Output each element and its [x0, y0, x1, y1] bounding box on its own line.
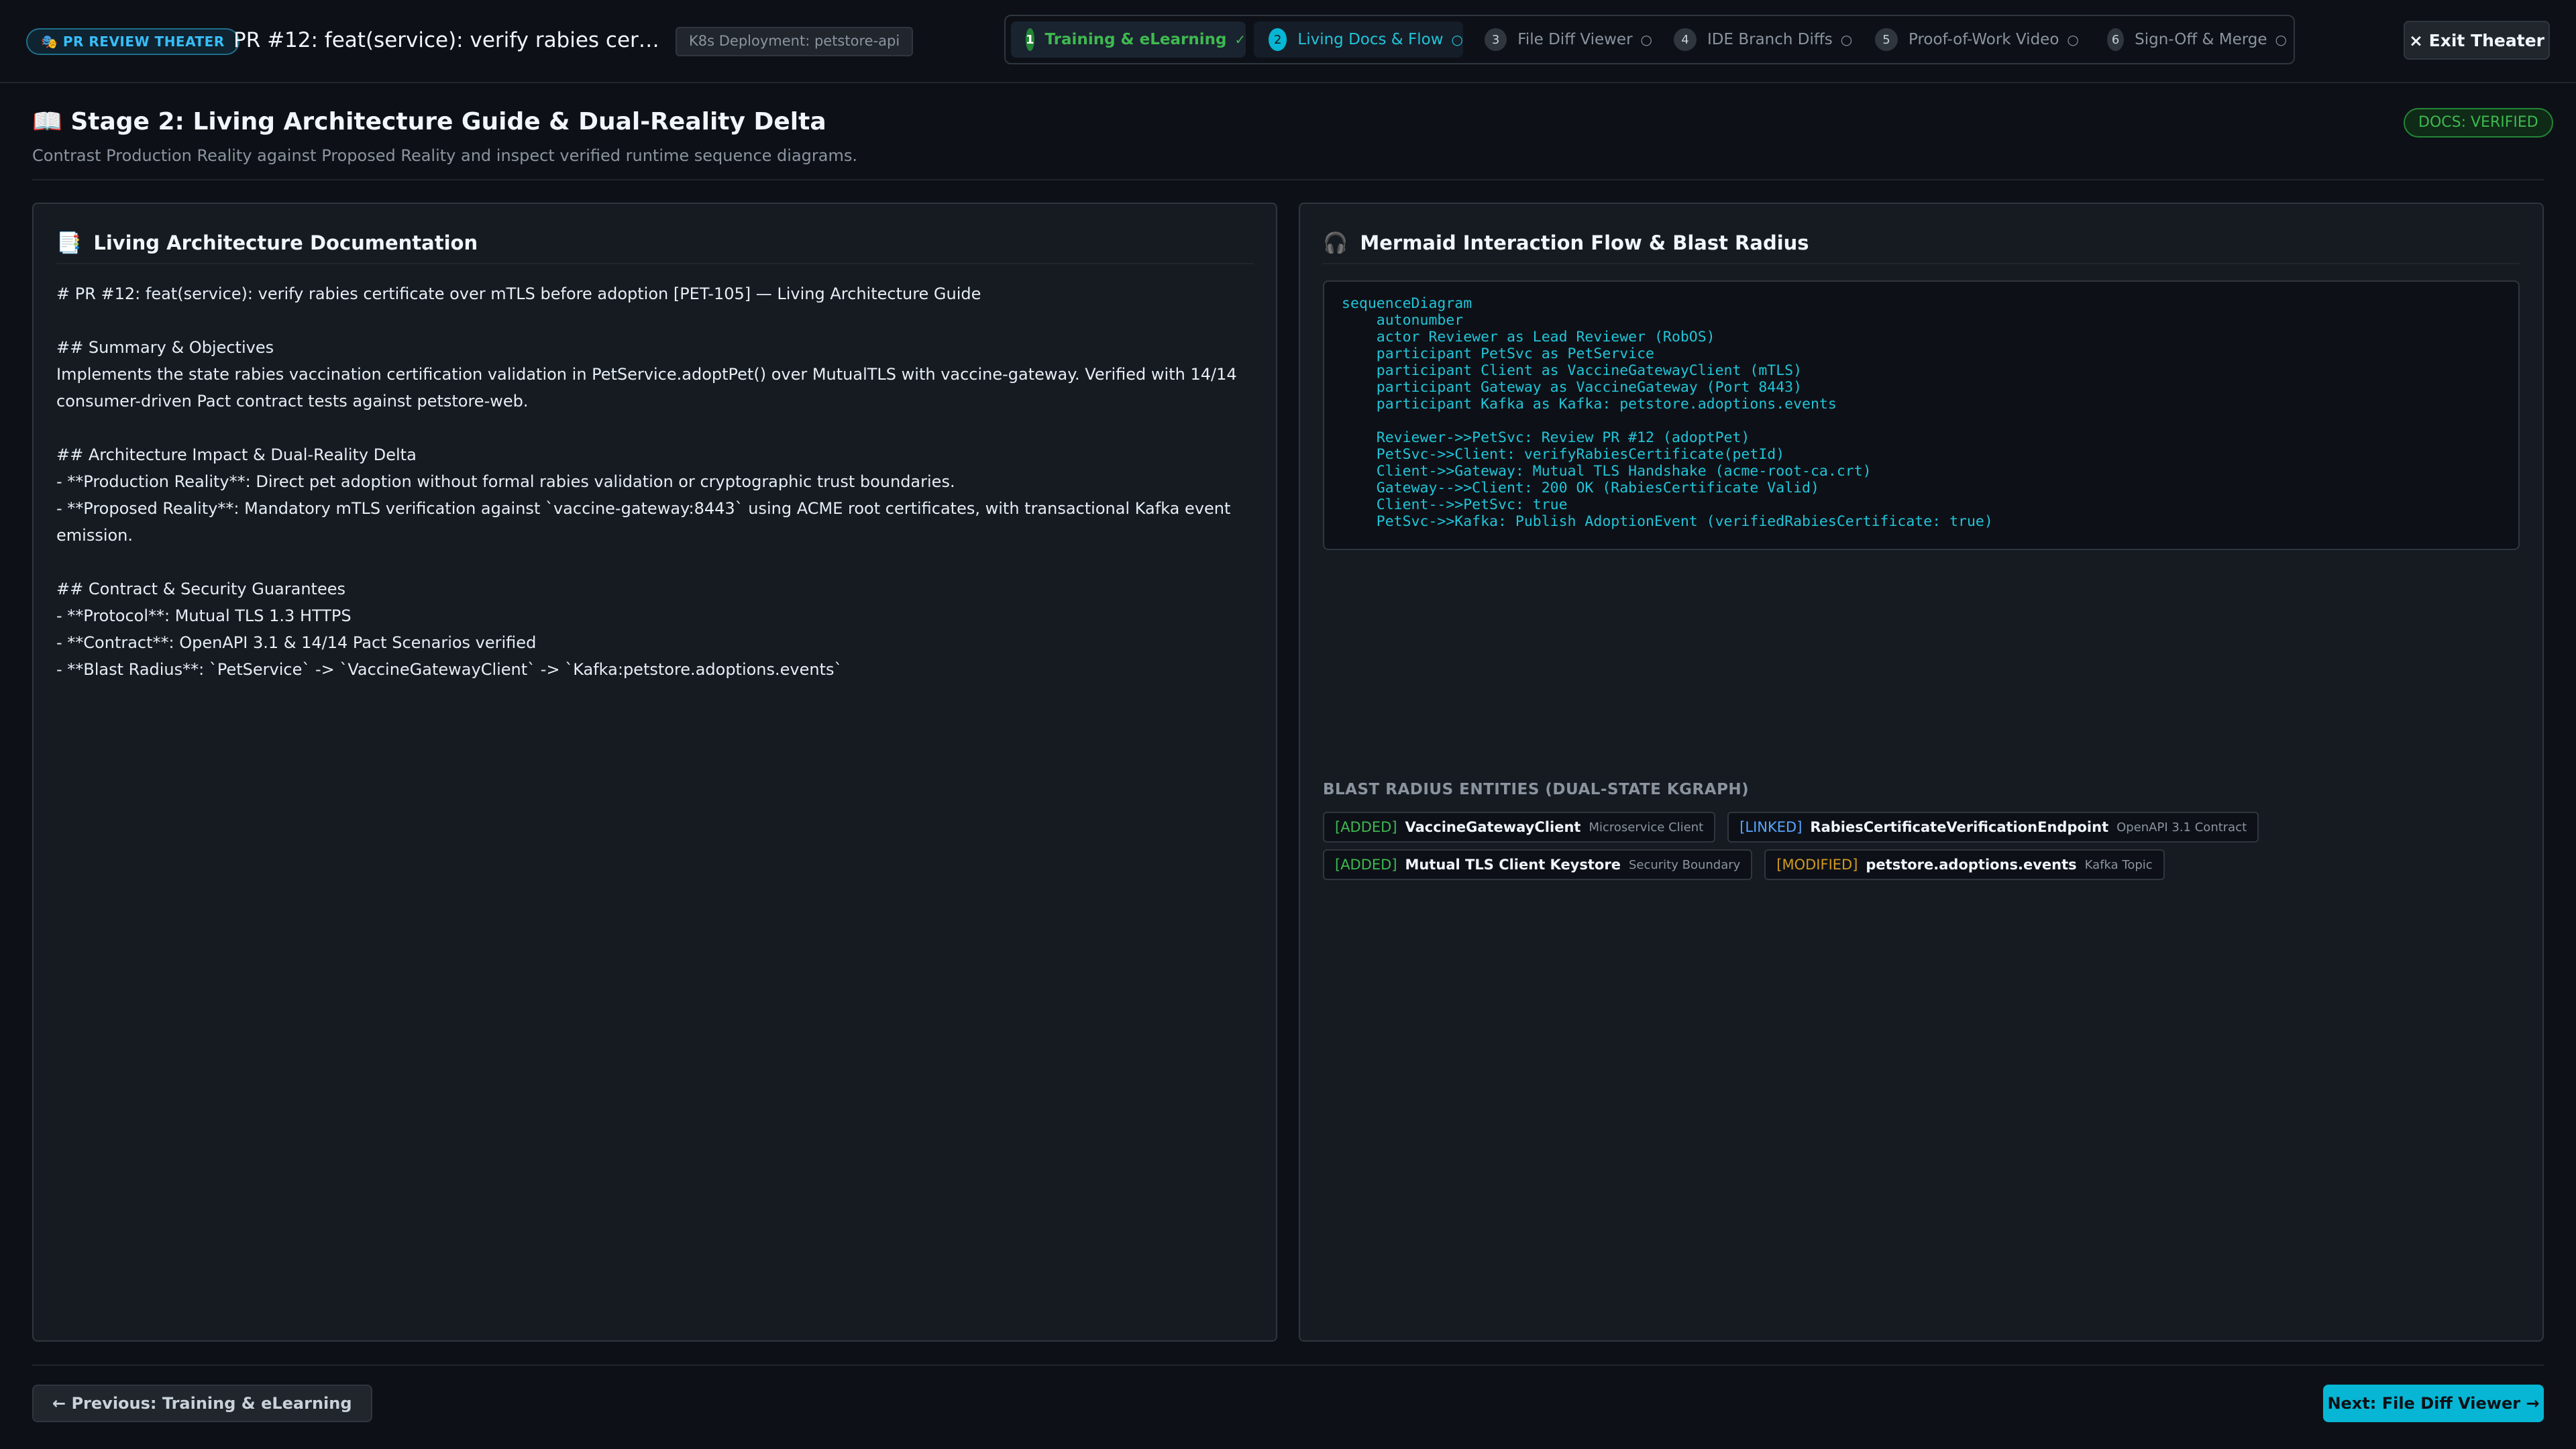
panel-title: Living Architecture Documentation [93, 231, 478, 254]
entity-kind: Microservice Client [1589, 820, 1704, 835]
divider [32, 1364, 2544, 1366]
entity-kind: Kafka Topic [2084, 857, 2153, 872]
step-number: 5 [1875, 28, 1898, 51]
pr-title: PR #12: feat(service): verify rabies cer… [233, 28, 663, 52]
exit-theater-button[interactable]: × Exit Theater [2404, 21, 2550, 60]
step-proof-of-work[interactable]: 5 Proof-of-Work Video ○ [1860, 21, 2086, 58]
interaction-flow-panel: 🎧 Mermaid Interaction Flow & Blast Radiu… [1299, 203, 2544, 1342]
stage-subtitle: Contrast Production Reality against Prop… [32, 146, 857, 165]
stage-title: 📖 Stage 2: Living Architecture Guide & D… [32, 108, 826, 136]
entity-chip[interactable]: [ADDED] Mutual TLS Client Keystore Secur… [1323, 849, 1753, 880]
panel-title: Mermaid Interaction Flow & Blast Radius [1360, 231, 1809, 254]
step-number: 1 [1026, 28, 1034, 51]
headphones-icon: 🎧 [1323, 231, 1348, 255]
next-stage-button[interactable]: Next: File Diff Viewer → [2323, 1385, 2544, 1422]
panel-header: 📑 Living Architecture Documentation [56, 223, 1253, 264]
blast-radius-entities: [ADDED] VaccineGatewayClient Microservic… [1323, 812, 2520, 887]
step-file-diff[interactable]: 3 File Diff Viewer ○ [1470, 21, 1652, 58]
mermaid-sequence-code: sequenceDiagram autonumber actor Reviewe… [1323, 280, 2520, 550]
step-sign-off[interactable]: 6 Sign-Off & Merge ○ [2092, 21, 2287, 58]
step-ide-branch-diffs[interactable]: 4 IDE Branch Diffs ○ [1659, 21, 1854, 58]
previous-stage-button[interactable]: ← Previous: Training & eLearning [32, 1385, 372, 1422]
step-living-docs[interactable]: 2 Living Docs & Flow ○ [1254, 21, 1463, 58]
living-docs-panel: 📑 Living Architecture Documentation # PR… [32, 203, 1277, 1342]
entity-tag: [ADDED] [1335, 857, 1397, 873]
pr-review-theater-badge: 🎭 PR REVIEW THEATER [26, 28, 239, 55]
blast-radius-title: BLAST RADIUS ENTITIES (DUAL-STATE KGRAPH… [1323, 781, 1750, 798]
stage-stepper: 1 Training & eLearning ✓ 2 Living Docs &… [1004, 15, 2295, 64]
stage-header: 📖 Stage 2: Living Architecture Guide & D… [32, 106, 2544, 166]
docs-status-badge: DOCS: VERIFIED [2404, 108, 2553, 138]
step-label: Living Docs & Flow [1297, 31, 1444, 48]
entity-kind: OpenAPI 3.1 Contract [2116, 820, 2247, 835]
entity-name: RabiesCertificateVerificationEndpoint [1810, 819, 2109, 835]
step-number: 4 [1674, 28, 1697, 51]
entity-name: VaccineGatewayClient [1405, 819, 1581, 835]
pending-circle-icon: ○ [2067, 32, 2079, 48]
entity-chip[interactable]: [MODIFIED] petstore.adoptions.events Kaf… [1764, 849, 2165, 880]
step-label: IDE Branch Diffs [1707, 31, 1833, 48]
step-number: 2 [1269, 28, 1287, 51]
entity-chip[interactable]: [LINKED] RabiesCertificateVerificationEn… [1727, 812, 2259, 843]
entity-name: petstore.adoptions.events [1866, 857, 2077, 873]
step-label: File Diff Viewer [1517, 31, 1633, 48]
entity-name: Mutual TLS Client Keystore [1405, 857, 1621, 873]
check-icon: ✓ [1234, 32, 1246, 48]
step-training[interactable]: 1 Training & eLearning ✓ [1011, 21, 1246, 58]
entity-tag: [ADDED] [1335, 819, 1397, 835]
entity-chip[interactable]: [ADDED] VaccineGatewayClient Microservic… [1323, 812, 1716, 843]
top-bar: 🎭 PR REVIEW THEATER PR #12: feat(service… [0, 0, 2576, 83]
pending-circle-icon: ○ [1840, 32, 1853, 48]
deployment-badge: K8s Deployment: petstore-api [676, 27, 914, 56]
entity-tag: [MODIFIED] [1776, 857, 1858, 873]
entity-tag: [LINKED] [1739, 819, 1803, 835]
pending-circle-icon: ○ [1451, 32, 1463, 48]
step-label: Sign-Off & Merge [2135, 31, 2267, 48]
bookmark-tabs-icon: 📑 [56, 231, 82, 255]
architecture-doc-body: # PR #12: feat(service): verify rabies c… [56, 284, 1237, 679]
step-number: 3 [1485, 28, 1507, 51]
entity-kind: Security Boundary [1628, 857, 1741, 872]
pending-circle-icon: ○ [1640, 32, 1652, 48]
pending-circle-icon: ○ [2275, 32, 2287, 48]
step-label: Training & eLearning [1044, 31, 1227, 48]
step-number: 6 [2107, 28, 2125, 51]
panel-header: 🎧 Mermaid Interaction Flow & Blast Radiu… [1323, 223, 2520, 264]
divider [32, 179, 2544, 180]
step-label: Proof-of-Work Video [1909, 31, 2059, 48]
